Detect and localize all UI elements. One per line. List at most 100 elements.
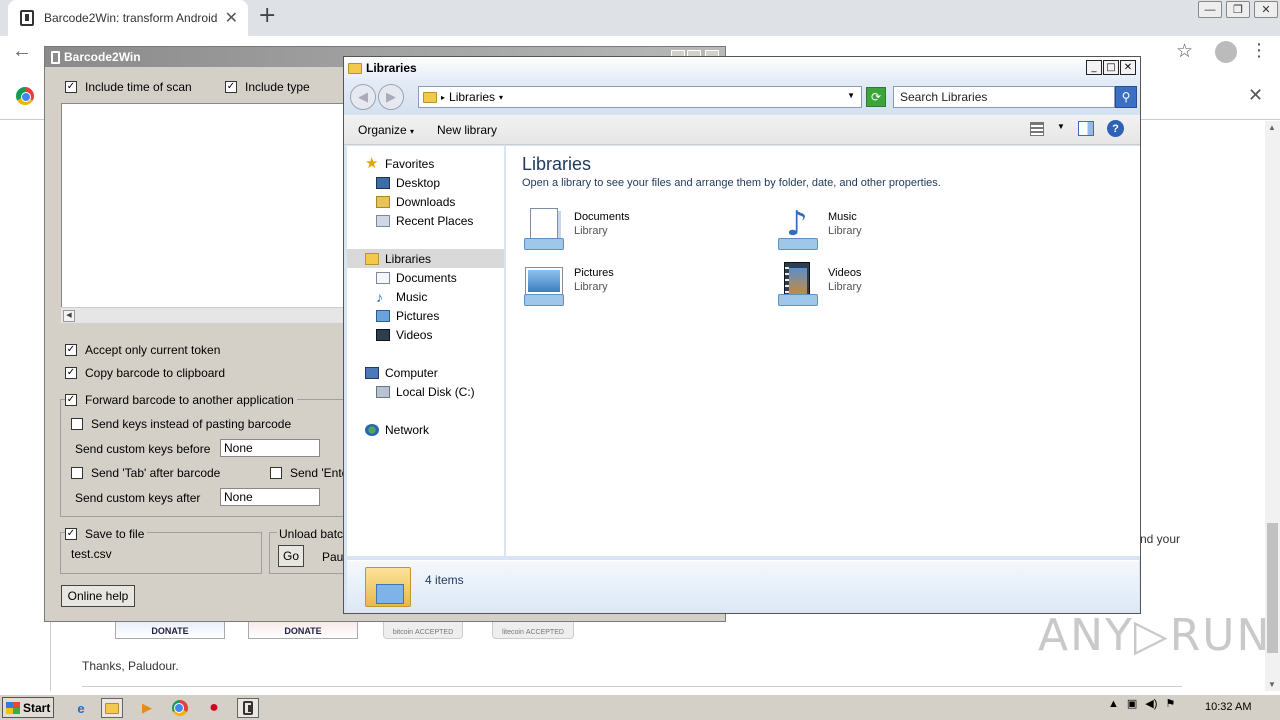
help-icon[interactable]: ?: [1107, 120, 1124, 137]
chrome-taskbar-icon[interactable]: [169, 698, 191, 718]
nav-libraries-label: Libraries: [385, 251, 432, 266]
breadcrumb-arrow-icon[interactable]: ▸: [441, 93, 445, 102]
breadcrumb-libraries[interactable]: Libraries: [449, 90, 495, 104]
checkbox-mark: ✓: [65, 344, 77, 356]
preview-pane-icon[interactable]: [1078, 121, 1094, 136]
forward-checkbox[interactable]: ✓ Forward barcode to another application: [65, 393, 297, 407]
forward-button[interactable]: ▶: [378, 84, 404, 110]
music-note-icon: ♪: [376, 288, 383, 305]
refresh-icon[interactable]: ⟳: [866, 87, 886, 107]
close-button[interactable]: ✕: [1120, 60, 1136, 75]
organize-menu[interactable]: Organize ▾: [358, 123, 414, 137]
explorer-window: Libraries _ □ ✕ ◀ ▶ ▸ Libraries ▾ ▼ ⟳ Se…: [343, 56, 1141, 614]
documents-library-icon: [522, 206, 568, 252]
minimize-button[interactable]: _: [1086, 60, 1102, 75]
checkbox-mark: [71, 467, 83, 479]
explorer-titlebar[interactable]: Libraries: [344, 57, 1140, 79]
library-documents[interactable]: Documents Library: [522, 206, 630, 252]
network-tray-icon[interactable]: ▣: [1127, 697, 1137, 710]
nav-network[interactable]: Network: [347, 420, 504, 439]
anyrun-watermark: ANY▷RUN: [1038, 610, 1272, 661]
custom-before-input[interactable]: None: [220, 439, 320, 457]
barcode2win-taskbar-icon[interactable]: [237, 698, 259, 718]
page-scrollbar[interactable]: ▲ ▼: [1265, 121, 1280, 691]
online-help-button[interactable]: Online help: [61, 585, 135, 607]
nav-local-disk-label: Local Disk (C:): [396, 384, 475, 399]
new-tab-button[interactable]: +: [258, 3, 276, 28]
checkbox-mark: ✓: [65, 528, 77, 540]
nav-videos[interactable]: Videos: [347, 325, 504, 344]
search-icon[interactable]: ⚲: [1115, 86, 1137, 108]
scroll-down-icon[interactable]: ▼: [1268, 680, 1276, 689]
windows-explorer-taskbar-icon[interactable]: [101, 698, 123, 718]
media-player-icon[interactable]: ▶: [136, 698, 158, 718]
include-time-checkbox[interactable]: ✓ Include time of scan: [65, 80, 192, 94]
clock[interactable]: 10:32 AM: [1205, 701, 1251, 713]
scrollbar-thumb[interactable]: [1267, 523, 1278, 653]
close-button[interactable]: ✕: [1254, 1, 1278, 18]
nav-local-disk[interactable]: Local Disk (C:): [347, 382, 504, 401]
menu-kebab-icon[interactable]: ⋮: [1250, 40, 1268, 61]
nav-computer[interactable]: Computer: [347, 363, 504, 382]
browser-tab[interactable]: Barcode2Win: transform Android de ✕: [8, 0, 248, 36]
scan-log-hscrollbar[interactable]: ◀: [61, 307, 351, 323]
custom-after-input[interactable]: None: [220, 488, 320, 506]
send-keys-checkbox[interactable]: Send keys instead of pasting barcode: [71, 417, 291, 431]
info-bar-close-icon[interactable]: ✕: [1248, 85, 1263, 106]
minimize-button[interactable]: —: [1198, 1, 1222, 18]
nav-pictures[interactable]: Pictures: [347, 306, 504, 325]
address-bar[interactable]: ▸ Libraries ▾ ▼: [418, 86, 862, 108]
tray-expand-icon[interactable]: ▲: [1108, 698, 1119, 710]
nav-favorites[interactable]: ★ Favorites: [347, 154, 504, 173]
custom-before-label: Send custom keys before: [75, 442, 211, 456]
nav-desktop[interactable]: Desktop: [347, 173, 504, 192]
view-dropdown-icon[interactable]: ▼: [1057, 122, 1065, 131]
search-input[interactable]: Search Libraries: [893, 86, 1115, 108]
library-music[interactable]: ♪ Music Library: [776, 206, 862, 252]
scan-log-list[interactable]: [61, 103, 351, 323]
scroll-up-icon[interactable]: ▲: [1268, 123, 1276, 132]
save-file-checkbox[interactable]: ✓ Save to file: [65, 527, 148, 541]
nav-recent-places[interactable]: Recent Places: [347, 211, 504, 230]
nav-libraries[interactable]: Libraries: [347, 249, 504, 268]
system-tray: ▲ ▣ ◀) ⚑: [1108, 697, 1175, 711]
nav-documents[interactable]: Documents: [347, 268, 504, 287]
nav-music[interactable]: ♪ Music: [347, 287, 504, 306]
maximize-button[interactable]: □: [1103, 60, 1119, 75]
library-pictures[interactable]: Pictures Library: [522, 262, 614, 308]
breadcrumb-dropdown-icon[interactable]: ▾: [499, 93, 503, 102]
back-button[interactable]: ◀: [350, 84, 376, 110]
tab-close-icon[interactable]: ✕: [225, 8, 238, 28]
computer-icon: [365, 366, 379, 379]
volume-icon[interactable]: ◀): [1145, 697, 1157, 710]
go-button[interactable]: Go: [278, 545, 304, 567]
profile-avatar-icon[interactable]: [1215, 41, 1237, 63]
downloads-folder-icon: [376, 195, 390, 208]
checkbox-mark: [270, 467, 282, 479]
action-center-flag-icon[interactable]: ⚑: [1165, 697, 1175, 710]
enter-after-checkbox[interactable]: Send 'Ente: [270, 466, 348, 480]
opera-icon[interactable]: ●: [203, 698, 225, 718]
unload-batch-label: Unload batch: [277, 527, 352, 541]
phone-icon: [51, 50, 60, 64]
scroll-left-icon[interactable]: ◀: [63, 310, 75, 322]
browser-window-controls: — ❐ ✕: [1196, 0, 1280, 19]
library-type: Library: [574, 225, 608, 237]
tab-after-checkbox[interactable]: Send 'Tab' after barcode: [71, 466, 220, 480]
bookmark-star-icon[interactable]: ☆: [1176, 40, 1193, 63]
pause-label: Pau: [322, 550, 344, 564]
library-name: Documents: [574, 211, 630, 223]
restore-button[interactable]: ❐: [1226, 1, 1250, 18]
include-type-checkbox[interactable]: ✓ Include type: [225, 80, 310, 94]
library-videos[interactable]: Videos Library: [776, 262, 862, 308]
change-view-icon[interactable]: [1030, 122, 1044, 136]
new-library-button[interactable]: New library: [437, 123, 497, 137]
start-button[interactable]: Start: [2, 697, 54, 718]
internet-explorer-icon[interactable]: e: [70, 698, 92, 718]
nav-downloads[interactable]: Downloads: [347, 192, 504, 211]
address-history-dropdown-icon[interactable]: ▼: [847, 91, 855, 100]
nav-music-label: Music: [396, 289, 428, 304]
accept-token-checkbox[interactable]: ✓ Accept only current token: [65, 343, 220, 357]
copy-clipboard-checkbox[interactable]: ✓ Copy barcode to clipboard: [65, 366, 225, 380]
back-arrow-icon[interactable]: ←: [12, 40, 32, 63]
